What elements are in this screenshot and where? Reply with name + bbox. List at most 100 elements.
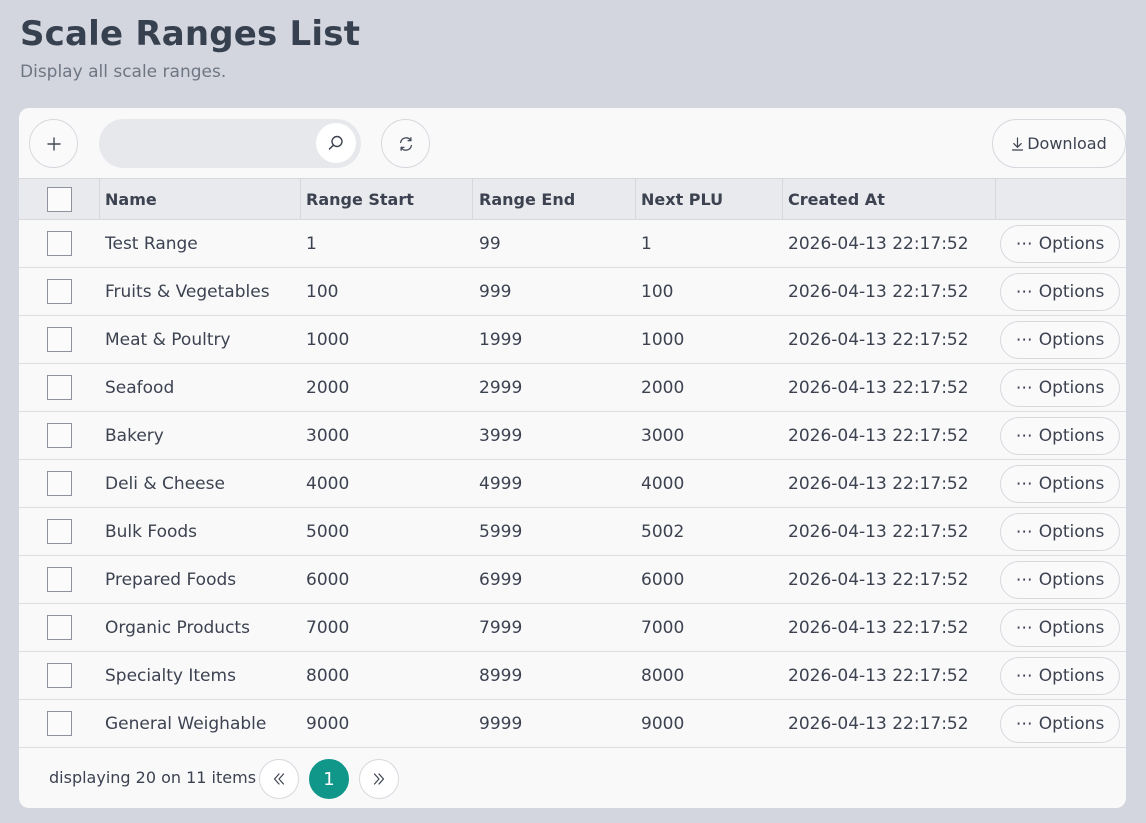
options-label: Options xyxy=(1038,330,1105,350)
row-options-button[interactable]: ⋯ Options xyxy=(1000,369,1120,407)
header-range-start[interactable]: Range Start xyxy=(300,179,414,219)
options-label: Options xyxy=(1038,426,1105,446)
refresh-button[interactable] xyxy=(381,119,430,168)
row-options-button[interactable]: ⋯ Options xyxy=(1000,657,1120,695)
row-checkbox[interactable] xyxy=(47,567,72,592)
row-checkbox[interactable] xyxy=(47,663,72,688)
header-name[interactable]: Name xyxy=(99,179,157,219)
row-checkbox[interactable] xyxy=(47,279,72,304)
cell-next-plu: 2000 xyxy=(641,377,685,398)
cell-name: Test Range xyxy=(105,233,198,254)
ellipsis-icon: ⋯ xyxy=(1015,618,1033,638)
cell-name: Specialty Items xyxy=(105,665,236,686)
row-checkbox[interactable] xyxy=(47,615,72,640)
cell-range-end: 7999 xyxy=(479,617,523,638)
table-row[interactable]: Prepared Foods 6000 6999 6000 2026-04-13 22:… xyxy=(19,556,1126,604)
cell-range-start: 5000 xyxy=(306,521,350,542)
table-row[interactable]: Fruits & Vegetables 100 999 100 2026-04-13 2… xyxy=(19,268,1126,316)
cell-created-at: 2026-04-13 22:17:52 xyxy=(788,377,969,398)
search-input[interactable] xyxy=(115,128,305,158)
header-created-at[interactable]: Created At xyxy=(782,179,885,219)
plus-icon xyxy=(46,136,61,151)
options-label: Options xyxy=(1038,234,1105,254)
cell-next-plu: 5002 xyxy=(641,521,685,542)
cell-name: Deli & Cheese xyxy=(105,473,225,494)
refresh-icon xyxy=(399,136,412,151)
table-row[interactable]: Bulk Foods 5000 5999 5002 2026-04-13 22:17:5… xyxy=(19,508,1126,556)
cell-created-at: 2026-04-13 22:17:52 xyxy=(788,617,969,638)
row-options-button[interactable]: ⋯ Options xyxy=(1000,513,1120,551)
page-number-button[interactable]: 1 xyxy=(309,759,349,799)
search-button[interactable] xyxy=(316,123,356,163)
table-row[interactable]: Meat & Poultry 1000 1999 1000 2026-04-13 22:… xyxy=(19,316,1126,364)
select-all-checkbox[interactable] xyxy=(47,187,72,212)
row-options-button[interactable]: ⋯ Options xyxy=(1000,465,1120,503)
ellipsis-icon: ⋯ xyxy=(1015,378,1033,398)
table-row[interactable]: Bakery 3000 3999 3000 2026-04-13 22:17:52 ⋯ Op… xyxy=(19,412,1126,460)
row-options-button[interactable]: ⋯ Options xyxy=(1000,417,1120,455)
table-row[interactable]: Seafood 2000 2999 2000 2026-04-13 22:17:52 ⋯ O… xyxy=(19,364,1126,412)
cell-range-end: 4999 xyxy=(479,473,523,494)
table-row[interactable]: Specialty Items 8000 8999 8000 2026-04-13 22… xyxy=(19,652,1126,700)
pagination-summary: displaying 20 on 11 items xyxy=(49,768,257,787)
options-label: Options xyxy=(1038,714,1105,734)
header-range-end[interactable]: Range End xyxy=(473,179,575,219)
cell-range-end: 99 xyxy=(479,233,501,254)
row-options-button[interactable]: ⋯ Options xyxy=(1000,561,1120,599)
cell-created-at: 2026-04-13 22:17:52 xyxy=(788,329,969,350)
row-options-button[interactable]: ⋯ Options xyxy=(1000,609,1120,647)
cell-range-start: 9000 xyxy=(306,713,350,734)
row-options-button[interactable]: ⋯ Options xyxy=(1000,321,1120,359)
options-label: Options xyxy=(1038,282,1105,302)
options-label: Options xyxy=(1038,618,1105,638)
row-options-button[interactable]: ⋯ Options xyxy=(1000,273,1120,311)
table-row[interactable]: General Weighable 9000 9999 9000 2026-04-13 … xyxy=(19,700,1126,748)
table-row[interactable]: Organic Products 7000 7999 7000 2026-04-13 2… xyxy=(19,604,1126,652)
ellipsis-icon: ⋯ xyxy=(1015,666,1033,686)
add-button[interactable] xyxy=(29,119,78,168)
row-checkbox[interactable] xyxy=(47,711,72,736)
cell-range-start: 7000 xyxy=(306,617,350,638)
download-icon xyxy=(1012,136,1024,151)
cell-name: Meat & Poultry xyxy=(105,329,231,350)
row-checkbox[interactable] xyxy=(47,423,72,448)
cell-name: Bakery xyxy=(105,425,164,446)
row-checkbox[interactable] xyxy=(47,471,72,496)
ellipsis-icon: ⋯ xyxy=(1015,234,1033,254)
cell-created-at: 2026-04-13 22:17:52 xyxy=(788,425,969,446)
cell-name: Fruits & Vegetables xyxy=(105,281,270,302)
pagination-footer: displaying 20 on 11 items 1 xyxy=(19,748,1126,808)
cell-range-end: 2999 xyxy=(479,377,523,398)
cell-range-end: 6999 xyxy=(479,569,523,590)
row-checkbox[interactable] xyxy=(47,519,72,544)
row-checkbox[interactable] xyxy=(47,231,72,256)
table-row[interactable]: Test Range 1 99 1 2026-04-13 22:17:52 ⋯ Option… xyxy=(19,220,1126,268)
cell-name: Organic Products xyxy=(105,617,250,638)
toolbar: Download xyxy=(19,108,1126,178)
row-options-button[interactable]: ⋯ Options xyxy=(1000,705,1120,743)
row-checkbox[interactable] xyxy=(47,327,72,352)
scale-ranges-card: Download Name Range Start Range End Next… xyxy=(19,108,1126,808)
cell-created-at: 2026-04-13 22:17:52 xyxy=(788,521,969,542)
cell-range-start: 2000 xyxy=(306,377,350,398)
row-options-button[interactable]: ⋯ Options xyxy=(1000,225,1120,263)
table-body: Test Range 1 99 1 2026-04-13 22:17:52 ⋯ Option… xyxy=(19,220,1126,748)
cell-created-at: 2026-04-13 22:17:52 xyxy=(788,281,969,302)
next-page-button[interactable] xyxy=(359,759,399,799)
ellipsis-icon: ⋯ xyxy=(1015,426,1033,446)
cell-range-end: 999 xyxy=(479,281,512,302)
cell-next-plu: 6000 xyxy=(641,569,685,590)
table-row[interactable]: Deli & Cheese 4000 4999 4000 2026-04-13 22:1… xyxy=(19,460,1126,508)
double-chevron-left-icon xyxy=(273,773,285,785)
header-next-plu[interactable]: Next PLU xyxy=(635,179,723,219)
download-button[interactable]: Download xyxy=(992,119,1126,168)
options-label: Options xyxy=(1038,378,1105,398)
cell-created-at: 2026-04-13 22:17:52 xyxy=(788,665,969,686)
cell-next-plu: 9000 xyxy=(641,713,685,734)
ellipsis-icon: ⋯ xyxy=(1015,282,1033,302)
prev-page-button[interactable] xyxy=(259,759,299,799)
cell-next-plu: 7000 xyxy=(641,617,685,638)
cell-created-at: 2026-04-13 22:17:52 xyxy=(788,569,969,590)
row-checkbox[interactable] xyxy=(47,375,72,400)
cell-created-at: 2026-04-13 22:17:52 xyxy=(788,473,969,494)
